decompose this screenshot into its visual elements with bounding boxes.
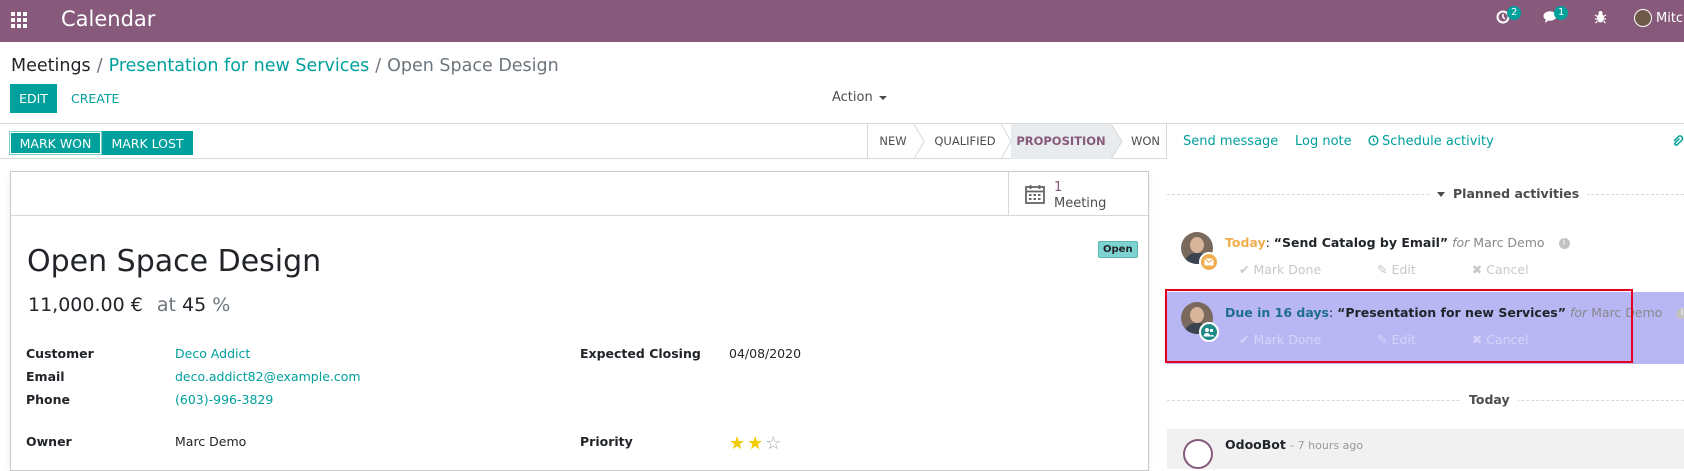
messaging-systray[interactable]: 1	[1543, 6, 1569, 30]
status-badge: Open	[1098, 241, 1138, 258]
stage-pipeline: NEW QUALIFIED PROPOSITION WON	[867, 124, 1160, 159]
email-link[interactable]: deco.addict82@example.com	[175, 369, 361, 384]
odoobot-avatar	[1183, 439, 1213, 469]
top-navbar: Calendar 2 1 Mitchell Admin	[0, 0, 1684, 42]
percent-sign: %	[212, 294, 231, 316]
debug-systray[interactable]	[1594, 10, 1607, 30]
stage-proposition[interactable]: PROPOSITION	[1011, 124, 1111, 159]
breadcrumb-presentation[interactable]: Presentation for new Services	[109, 56, 370, 76]
today-separator: Today	[1461, 392, 1518, 407]
message-time: 7 hours ago	[1297, 439, 1364, 452]
log-note-button[interactable]: Log note	[1295, 134, 1352, 149]
priority-star-icon[interactable]: ★	[747, 433, 763, 454]
envelope-icon	[1199, 252, 1219, 272]
edit-button[interactable]: EDIT	[10, 84, 57, 113]
expected-revenue: 11,000.00 € at 45 %	[28, 294, 230, 316]
customer-label: Customer	[26, 346, 94, 361]
caret-down-icon	[1437, 192, 1445, 197]
apps-menu-icon[interactable]	[11, 12, 27, 28]
statusbar: MARK WON MARK LOST NEW QUALIFIED PROPOSI…	[0, 124, 1167, 159]
create-button[interactable]: CREATE	[65, 84, 125, 113]
activity-when: Due in 16 days	[1225, 305, 1329, 320]
mark-won-button[interactable]: MARK WON	[9, 131, 102, 155]
activity-actions: ✔ Mark Done ✎ Edit ✖ Cancel	[1239, 262, 1581, 277]
email-label: Email	[26, 369, 65, 384]
planned-activities-toggle[interactable]: Planned activities	[1429, 186, 1588, 201]
edit-activity-button[interactable]: ✎ Edit	[1377, 332, 1442, 347]
activities-systray[interactable]: 2	[1496, 6, 1522, 30]
priority-label: Priority	[580, 434, 633, 449]
activity-summary: “Send Catalog by Email”	[1273, 235, 1449, 250]
phone-link[interactable]: (603)-996-3829	[175, 392, 273, 407]
priority-star-icon[interactable]: ★	[729, 433, 745, 454]
activity-for: for	[1569, 305, 1588, 320]
calendar-icon	[1025, 185, 1045, 204]
customer-link[interactable]: Deco Addict	[175, 346, 250, 361]
owner-label: Owner	[26, 434, 72, 449]
activity-user: Marc Demo	[1591, 305, 1663, 320]
breadcrumb-current: Open Space Design	[387, 56, 559, 76]
meetings-smart-button[interactable]: 1 Meeting	[1008, 172, 1148, 216]
user-avatar[interactable]	[1634, 9, 1652, 27]
stage-won[interactable]: WON	[1123, 124, 1168, 159]
activity-summary: “Presentation for new Services”	[1337, 305, 1566, 320]
stage-new[interactable]: NEW	[868, 124, 918, 159]
cancel-activity-button[interactable]: ✖ Cancel	[1472, 262, 1555, 277]
paperclip-icon[interactable]	[1672, 134, 1684, 148]
mark-lost-button[interactable]: MARK LOST	[102, 131, 193, 155]
info-icon[interactable]: i	[1558, 238, 1570, 249]
action-dropdown[interactable]: Action	[832, 90, 887, 105]
priority-star-icon[interactable]: ☆	[765, 433, 781, 454]
meeting-count: 1	[1054, 180, 1063, 195]
activity-actions: ✔ Mark Done ✎ Edit ✖ Cancel	[1239, 332, 1581, 347]
info-icon[interactable]: i	[1676, 308, 1684, 319]
users-icon	[1199, 322, 1219, 342]
caret-down-icon	[878, 95, 887, 100]
message-author: OdooBot - 7 hours ago	[1225, 437, 1364, 452]
button-box: 1 Meeting	[11, 172, 1148, 216]
activity-when: Today	[1225, 235, 1266, 250]
bug-icon	[1594, 11, 1607, 24]
probability-value: 45	[182, 294, 207, 316]
record-title: Open Space Design	[27, 244, 322, 279]
message-item: OdooBot - 7 hours ago	[1167, 429, 1684, 469]
activity-user: Marc Demo	[1473, 235, 1545, 250]
phone-label: Phone	[26, 392, 71, 407]
stage-separator	[1111, 124, 1123, 159]
breadcrumb-meetings[interactable]: Meetings	[11, 56, 91, 76]
priority-stars: ★ ★ ☆	[729, 434, 783, 453]
stage-separator	[913, 124, 925, 159]
user-name[interactable]: Mitchell Admin	[1656, 11, 1684, 26]
messages-count-badge: 1	[1554, 6, 1569, 20]
form-sheet: 1 Meeting Open Open Space Design 11,000.…	[10, 171, 1149, 471]
expected-closing-label: Expected Closing	[580, 346, 701, 361]
owner-value: Marc Demo	[175, 434, 247, 449]
clock-icon	[1368, 135, 1379, 146]
revenue-value: 11,000.00 €	[28, 294, 143, 316]
activity-summary-line: Today: “Send Catalog by Email” for Marc …	[1225, 235, 1570, 250]
activity-item: Due in 16 days: “Presentation for new Se…	[1167, 292, 1684, 364]
at-label: at	[156, 294, 176, 316]
activities-count-badge: 2	[1507, 6, 1522, 20]
meeting-label: Meeting	[1054, 196, 1107, 211]
stage-qualified[interactable]: QUALIFIED	[925, 124, 1005, 159]
cancel-activity-button[interactable]: ✖ Cancel	[1472, 332, 1555, 347]
activity-summary-line: Due in 16 days: “Presentation for new Se…	[1225, 305, 1684, 320]
expected-closing-value: 04/08/2020	[729, 346, 802, 361]
activity-for: for	[1452, 235, 1470, 250]
app-title[interactable]: Calendar	[61, 7, 155, 31]
chatter: Send message Log note Schedule activity …	[1167, 124, 1684, 469]
mark-done-button[interactable]: ✔ Mark Done	[1239, 332, 1347, 347]
activity-item: Today: “Send Catalog by Email” for Marc …	[1167, 226, 1684, 290]
edit-activity-button[interactable]: ✎ Edit	[1377, 262, 1442, 277]
breadcrumb: Meetings / Presentation for new Services / O…	[11, 56, 559, 76]
schedule-activity-button[interactable]: Schedule activity	[1368, 134, 1494, 149]
send-message-button[interactable]: Send message	[1183, 134, 1278, 149]
mark-done-button[interactable]: ✔ Mark Done	[1239, 262, 1347, 277]
